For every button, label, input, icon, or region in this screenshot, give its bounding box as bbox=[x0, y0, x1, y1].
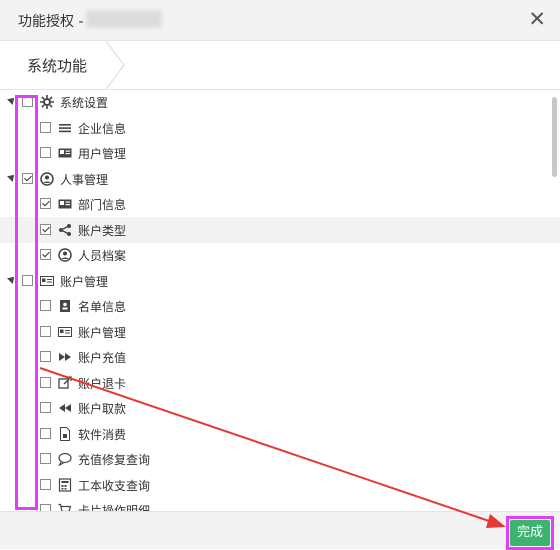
annotation-arrow bbox=[39, 367, 506, 528]
